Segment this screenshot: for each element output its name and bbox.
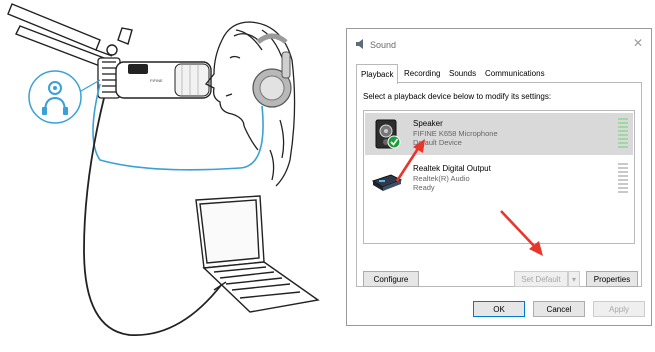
cancel-button[interactable]: Cancel [533, 301, 585, 317]
set-default-dropdown-icon[interactable]: ▾ [568, 271, 580, 287]
volume-meter [618, 118, 628, 148]
boom-arm [7, 3, 133, 67]
tab-playback[interactable]: Playback [356, 64, 399, 84]
volume-meter [618, 163, 628, 193]
sound-dialog: Sound ✕ Playback Recording Sounds Commun… [346, 28, 652, 326]
microphone-brand-text: FIFINE [150, 78, 163, 83]
usb-microphone-setup-illustration: FIFINE [7, 3, 320, 336]
apply-button[interactable]: Apply [593, 301, 645, 317]
close-icon[interactable]: ✕ [631, 36, 645, 50]
properties-button[interactable]: Properties [586, 271, 638, 287]
headphone-jack-callout [28, 70, 101, 124]
headphones [252, 33, 292, 108]
device-name: Speaker [413, 119, 443, 128]
microphone: FIFINE [115, 61, 212, 99]
tab-sounds[interactable]: Sounds [445, 66, 480, 82]
title-bar: Sound ✕ [347, 29, 651, 59]
speaker-title-icon [356, 39, 363, 49]
window-title: Sound [370, 40, 397, 50]
configure-button[interactable]: Configure [363, 271, 419, 287]
red-arrow-icon [500, 210, 543, 256]
tab-recording[interactable]: Recording [400, 66, 444, 82]
tab-communications[interactable]: Communications [481, 66, 549, 82]
set-default-button[interactable]: Set Default [514, 271, 568, 287]
ok-button[interactable]: OK [473, 301, 525, 317]
instruction-text: Select a playback device below to modify… [363, 92, 552, 101]
red-arrow-icon [395, 139, 425, 182]
